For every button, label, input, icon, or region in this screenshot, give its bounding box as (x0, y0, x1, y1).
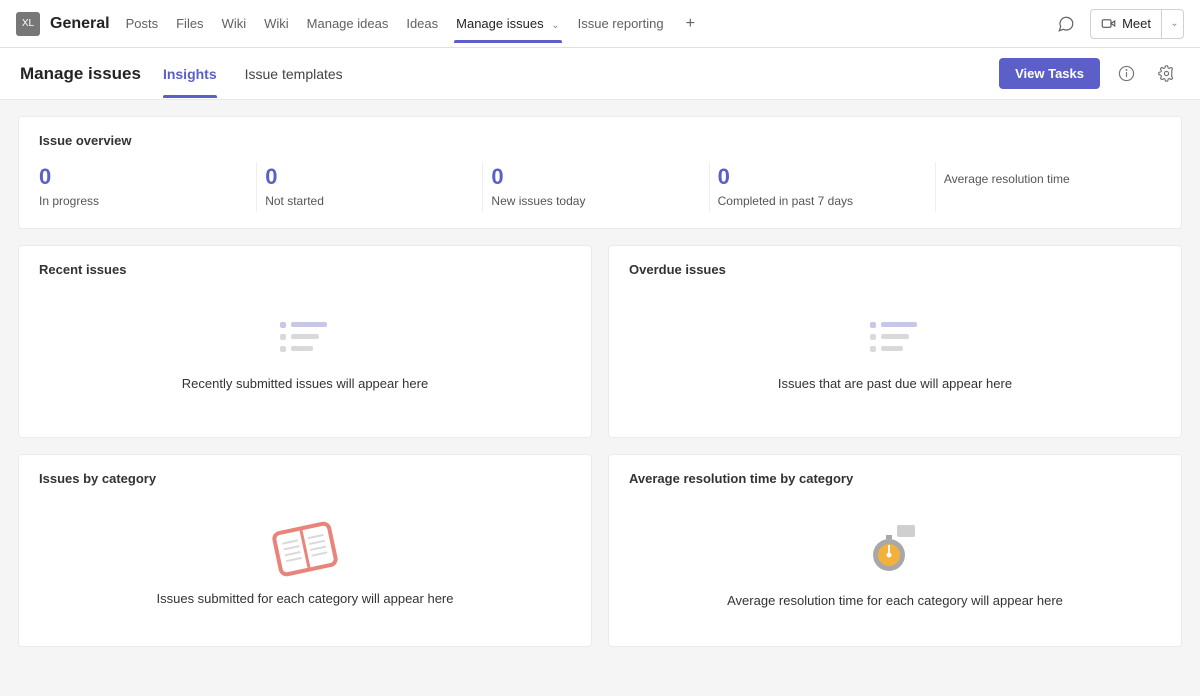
stopwatch-icon (867, 523, 923, 575)
info-icon[interactable] (1112, 60, 1140, 88)
stat-in-progress: 0 In progress (39, 162, 257, 212)
meet-label: Meet (1122, 16, 1151, 31)
empty-text: Issues submitted for each category will … (157, 591, 454, 606)
team-avatar[interactable]: XL (16, 12, 40, 36)
page-title: Manage issues (20, 64, 141, 84)
empty-list-icon (870, 322, 920, 358)
meet-dropdown-button[interactable]: ⌄ (1161, 10, 1183, 38)
tab-issue-reporting[interactable]: Issue reporting (576, 4, 666, 43)
app-subheader: Manage issues Insights Issue templates V… (0, 48, 1200, 100)
card-title: Recent issues (39, 262, 571, 277)
empty-text: Recently submitted issues will appear he… (182, 376, 428, 391)
stat-value: 0 (265, 166, 474, 188)
panels-row-1: Recent issues Recently submitted issues … (18, 245, 1182, 438)
channel-header: XL General Posts Files Wiki Wiki Manage … (0, 0, 1200, 48)
stat-not-started: 0 Not started (257, 162, 483, 212)
empty-state: Average resolution time for each categor… (629, 500, 1161, 630)
card-title: Average resolution time by category (629, 471, 1161, 486)
stat-avg-resolution: Average resolution time (936, 162, 1161, 212)
empty-list-icon (280, 322, 330, 358)
overview-stats: 0 In progress 0 Not started 0 New issues… (39, 162, 1161, 212)
tab-manage-ideas[interactable]: Manage ideas (305, 4, 391, 43)
tab-wiki-1[interactable]: Wiki (220, 4, 249, 43)
empty-text: Issues that are past due will appear her… (778, 376, 1012, 391)
header-actions: Meet ⌄ (1052, 9, 1184, 39)
stat-label: Average resolution time (944, 172, 1153, 186)
video-icon (1101, 16, 1116, 31)
stat-label: Not started (265, 194, 474, 208)
stat-completed-7d: 0 Completed in past 7 days (710, 162, 936, 212)
panels-row-2: Issues by category Issues submitted for … (18, 454, 1182, 647)
recent-issues-card: Recent issues Recently submitted issues … (18, 245, 592, 438)
card-title: Issues by category (39, 471, 571, 486)
issues-by-category-card: Issues by category Issues submitted for … (18, 454, 592, 647)
overdue-issues-card: Overdue issues Issues that are past due … (608, 245, 1182, 438)
subheader-actions: View Tasks (999, 58, 1180, 89)
tab-ideas[interactable]: Ideas (404, 4, 440, 43)
settings-icon[interactable] (1152, 60, 1180, 88)
stat-value: 0 (491, 166, 700, 188)
view-tasks-button[interactable]: View Tasks (999, 58, 1100, 89)
book-icon (270, 519, 341, 579)
meet-button[interactable]: Meet (1091, 10, 1161, 38)
tab-manage-issues[interactable]: Manage issues ⌄ (454, 4, 561, 43)
stat-label: New issues today (491, 194, 700, 208)
meet-button-group: Meet ⌄ (1090, 9, 1184, 39)
subtab-insights[interactable]: Insights (163, 50, 217, 98)
tab-files[interactable]: Files (174, 4, 205, 43)
tab-posts[interactable]: Posts (124, 4, 161, 43)
issue-overview-card: Issue overview 0 In progress 0 Not start… (18, 116, 1182, 229)
tab-wiki-2[interactable]: Wiki (262, 4, 291, 43)
chevron-down-icon: ⌄ (1170, 18, 1178, 29)
empty-state: Issues submitted for each category will … (39, 500, 571, 630)
channel-name[interactable]: General (50, 15, 110, 33)
empty-state: Issues that are past due will appear her… (629, 291, 1161, 421)
card-title: Issue overview (39, 133, 1161, 148)
channel-tabs: Posts Files Wiki Wiki Manage ideas Ideas… (124, 4, 1053, 43)
empty-text: Average resolution time for each categor… (727, 593, 1063, 608)
chevron-down-icon[interactable]: ⌄ (551, 20, 559, 31)
subtab-issue-templates[interactable]: Issue templates (245, 50, 343, 98)
stat-value: 0 (718, 166, 927, 188)
stat-new-today: 0 New issues today (483, 162, 709, 212)
stat-value: 0 (39, 166, 248, 188)
avg-resolution-by-category-card: Average resolution time by category Aver… (608, 454, 1182, 647)
stat-label: Completed in past 7 days (718, 194, 927, 208)
chat-icon[interactable] (1052, 10, 1080, 38)
card-title: Overdue issues (629, 262, 1161, 277)
content-area: Issue overview 0 In progress 0 Not start… (0, 100, 1200, 663)
stat-label: In progress (39, 194, 248, 208)
add-tab-button[interactable]: + (680, 15, 701, 33)
tab-label: Manage issues (456, 16, 543, 31)
empty-state: Recently submitted issues will appear he… (39, 291, 571, 421)
app-tabs: Insights Issue templates (163, 50, 999, 98)
